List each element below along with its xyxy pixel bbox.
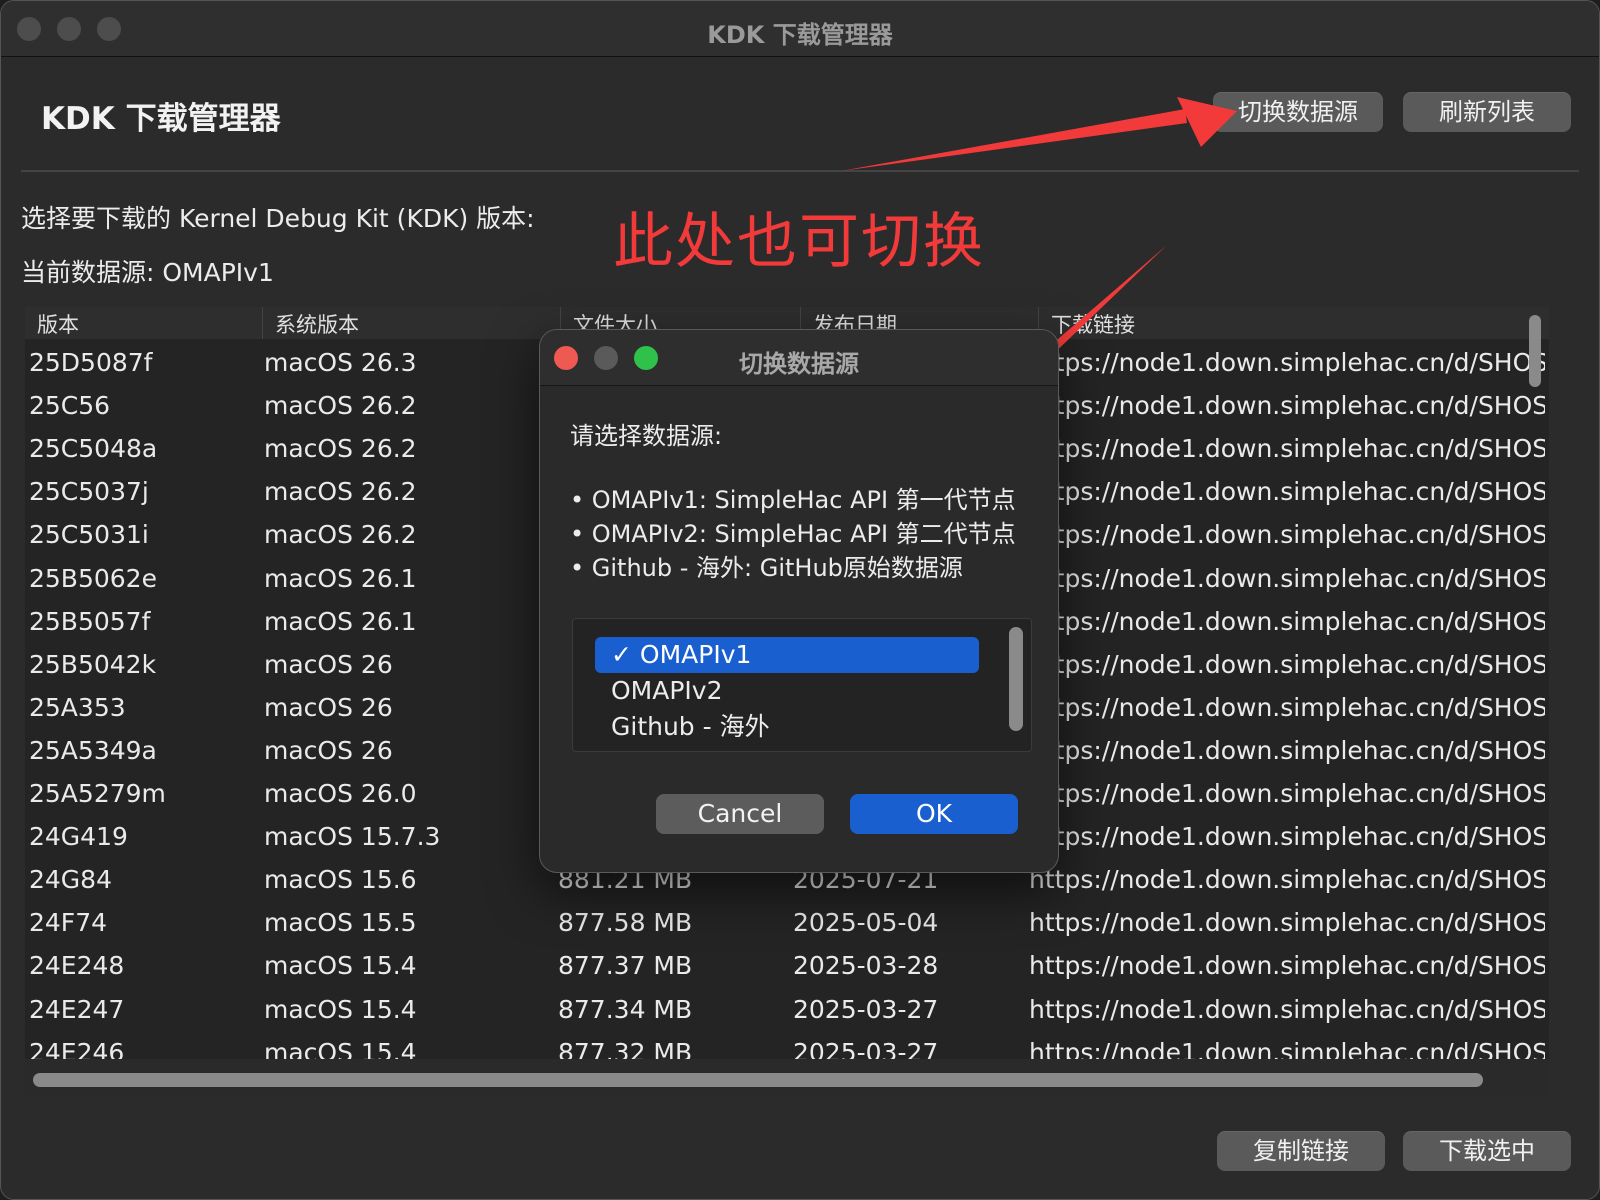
release-date-cell: 2025-05-04	[793, 908, 939, 938]
download-link-cell: https://node1.down.simplehac.cn/d/SHOS	[1029, 649, 1545, 679]
os-version-cell: macOS 15.6	[264, 865, 417, 895]
os-version-cell: macOS 26	[264, 649, 393, 679]
window-title: KDK 下载管理器	[707, 21, 893, 49]
version-cell: 25C56	[29, 391, 111, 421]
dialog-title: 切换数据源	[739, 350, 859, 378]
download-link-cell: https://node1.down.simplehac.cn/d/SHOS	[1029, 692, 1545, 722]
prompt-label: 选择要下载的 Kernel Debug Kit (KDK) 版本:	[21, 204, 535, 233]
page-title: KDK 下载管理器	[41, 101, 281, 137]
source-option-omapiv2[interactable]: OMAPIv2	[595, 673, 979, 709]
file-size-cell: 877.58 MB	[558, 908, 693, 938]
os-version-cell: macOS 26	[264, 735, 393, 765]
dialog-description-2: • OMAPIv2: SimpleHac API 第二代节点	[570, 520, 1016, 548]
os-version-cell: macOS 15.7.3	[264, 822, 441, 852]
file-size-cell: 877.34 MB	[558, 994, 693, 1024]
dialog-ok-button[interactable]: OK	[850, 794, 1018, 834]
download-link-cell: https://node1.down.simplehac.cn/d/SHOS	[1029, 822, 1545, 852]
dialog-cancel-button[interactable]: Cancel	[656, 794, 824, 834]
version-cell: 24E246	[29, 1037, 125, 1059]
os-version-cell: macOS 15.4	[264, 951, 417, 981]
column-header-os-version[interactable]: 系统版本	[263, 307, 561, 339]
switch-source-dialog: 切换数据源 请选择数据源: • OMAPIv1: SimpleHac API 第…	[539, 329, 1059, 873]
version-cell: 24E247	[29, 994, 125, 1024]
table-row[interactable]: 24E248 macOS 15.4 877.37 MB 2025-03-28 https…	[25, 944, 1549, 988]
download-link-cell: https://node1.down.simplehac.cn/d/SHOS	[1029, 563, 1545, 593]
main-window: KDK 下载管理器 KDK 下载管理器 切换数据源 刷新列表 选择要下载的 Ke…	[0, 0, 1600, 1200]
download-link-cell: https://node1.down.simplehac.cn/d/SHOS	[1029, 1037, 1545, 1059]
column-header-download-link[interactable]: 下载链接	[1039, 307, 1549, 339]
annotation-arrow-top	[841, 97, 1237, 171]
refresh-list-button[interactable]: 刷新列表	[1403, 92, 1571, 132]
download-link-cell: https://node1.down.simplehac.cn/d/SHOS	[1029, 994, 1545, 1024]
version-cell: 24E248	[29, 951, 125, 981]
copy-link-button[interactable]: 复制链接	[1217, 1131, 1385, 1171]
horizontal-scrollbar[interactable]	[25, 1059, 1549, 1097]
release-date-cell: 2025-03-28	[793, 951, 939, 981]
os-version-cell: macOS 26.2	[264, 477, 417, 507]
version-cell: 25C5031i	[29, 520, 149, 550]
table-row[interactable]: 24E247 macOS 15.4 877.34 MB 2025-03-27 https…	[25, 988, 1549, 1032]
release-date-cell: 2025-03-27	[793, 1037, 939, 1059]
source-listbox[interactable]: ✓ OMAPIv1 OMAPIv2 Github - 海外	[572, 618, 1032, 752]
column-header-version[interactable]: 版本	[25, 307, 263, 339]
header-divider	[21, 170, 1579, 172]
version-cell: 25B5042k	[29, 649, 157, 679]
os-version-cell: macOS 26.0	[264, 779, 417, 808]
download-link-cell: https://node1.down.simplehac.cn/d/SHOS	[1029, 348, 1545, 377]
file-size-cell: 877.37 MB	[558, 951, 693, 981]
os-version-cell: macOS 26.2	[264, 520, 417, 550]
version-cell: 25B5057f	[29, 606, 151, 636]
version-cell: 25D5087f	[29, 348, 153, 377]
os-version-cell: macOS 26	[264, 692, 393, 722]
table-row[interactable]: 24F74 macOS 15.5 877.58 MB 2025-05-04 https:…	[25, 901, 1549, 945]
download-link-cell: https://node1.down.simplehac.cn/d/SHOS	[1029, 391, 1545, 421]
download-link-cell: https://node1.down.simplehac.cn/d/SHOS	[1029, 434, 1545, 464]
version-cell: 24G84	[29, 865, 112, 895]
download-selected-button[interactable]: 下载选中	[1403, 1131, 1571, 1171]
version-cell: 24F74	[29, 908, 108, 938]
dialog-description-3: • Github - 海外: GitHub原始数据源	[570, 554, 963, 582]
dialog-description-1: • OMAPIv1: SimpleHac API 第一代节点	[570, 486, 1016, 514]
version-cell: 25A353	[29, 692, 126, 722]
download-link-cell: https://node1.down.simplehac.cn/d/SHOS	[1029, 908, 1545, 938]
os-version-cell: macOS 26.3	[264, 348, 417, 377]
release-date-cell: 2025-03-27	[793, 994, 939, 1024]
download-link-cell: https://node1.down.simplehac.cn/d/SHOS	[1029, 779, 1545, 808]
os-version-cell: macOS 26.1	[264, 563, 417, 593]
download-link-cell: https://node1.down.simplehac.cn/d/SHOS	[1029, 477, 1545, 507]
os-version-cell: macOS 26.1	[264, 606, 417, 636]
download-link-cell: https://node1.down.simplehac.cn/d/SHOS	[1029, 735, 1545, 765]
vertical-scroll-thumb[interactable]	[1529, 315, 1541, 387]
version-cell: 25C5048a	[29, 434, 158, 464]
window-titlebar[interactable]: KDK 下载管理器	[1, 1, 1599, 57]
os-version-cell: macOS 15.5	[264, 908, 417, 938]
version-cell: 25A5279m	[29, 779, 166, 808]
annotation-text: 此处也可切换	[613, 207, 985, 277]
current-source-label: 当前数据源: OMAPIv1	[21, 258, 274, 287]
switch-source-button[interactable]: 切换数据源	[1213, 92, 1383, 132]
os-version-cell: macOS 15.4	[264, 994, 417, 1024]
dialog-prompt: 请选择数据源:	[570, 422, 723, 450]
download-link-cell: https://node1.down.simplehac.cn/d/SHOS	[1029, 865, 1545, 895]
os-version-cell: macOS 15.4	[264, 1037, 417, 1059]
dialog-titlebar[interactable]: 切换数据源	[540, 330, 1058, 386]
os-version-cell: macOS 26.2	[264, 391, 417, 421]
listbox-scroll-thumb[interactable]	[1009, 627, 1023, 731]
download-link-cell: https://node1.down.simplehac.cn/d/SHOS	[1029, 951, 1545, 981]
horizontal-scroll-thumb[interactable]	[33, 1073, 1483, 1087]
version-cell: 25A5349a	[29, 735, 157, 765]
version-cell: 24G419	[29, 822, 128, 852]
os-version-cell: macOS 26.2	[264, 434, 417, 464]
table-row[interactable]: 24E246 macOS 15.4 877.32 MB 2025-03-27 https…	[25, 1031, 1549, 1059]
download-link-cell: https://node1.down.simplehac.cn/d/SHOS	[1029, 520, 1545, 550]
version-cell: 25B5062e	[29, 563, 157, 593]
download-link-cell: https://node1.down.simplehac.cn/d/SHOS	[1029, 606, 1545, 636]
file-size-cell: 877.32 MB	[558, 1037, 693, 1059]
source-option-github[interactable]: Github - 海外	[595, 709, 979, 745]
version-cell: 25C5037j	[29, 477, 149, 507]
source-option-omapiv1[interactable]: ✓ OMAPIv1	[595, 637, 979, 673]
